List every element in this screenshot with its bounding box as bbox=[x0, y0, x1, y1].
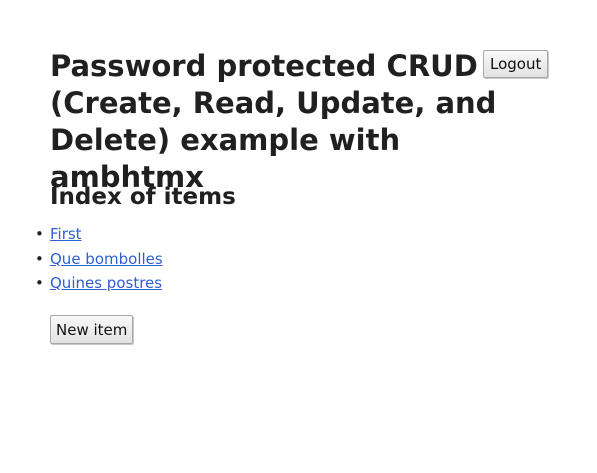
item-link-first[interactable]: First bbox=[50, 225, 82, 243]
page: { "header": { "title": "Password protect… bbox=[0, 0, 597, 473]
bullet-icon: • bbox=[35, 274, 44, 292]
item-link-que-bombolles[interactable]: Que bombolles bbox=[50, 250, 163, 268]
bullet-icon: • bbox=[35, 225, 44, 243]
index-heading: Index of items bbox=[50, 184, 236, 210]
bullet-icon: • bbox=[35, 249, 44, 268]
items-list: • First • Que bombolles • Quines postres bbox=[35, 222, 163, 296]
page-title: Password protected CRUD (Create, Read, U… bbox=[50, 49, 497, 194]
item-link-quines-postres[interactable]: Quines postres bbox=[50, 274, 162, 292]
list-item: • Quines postres bbox=[35, 271, 163, 296]
list-item: • First bbox=[35, 222, 163, 247]
new-item-button[interactable]: New item bbox=[50, 315, 134, 344]
list-item: • Que bombolles bbox=[35, 247, 163, 272]
